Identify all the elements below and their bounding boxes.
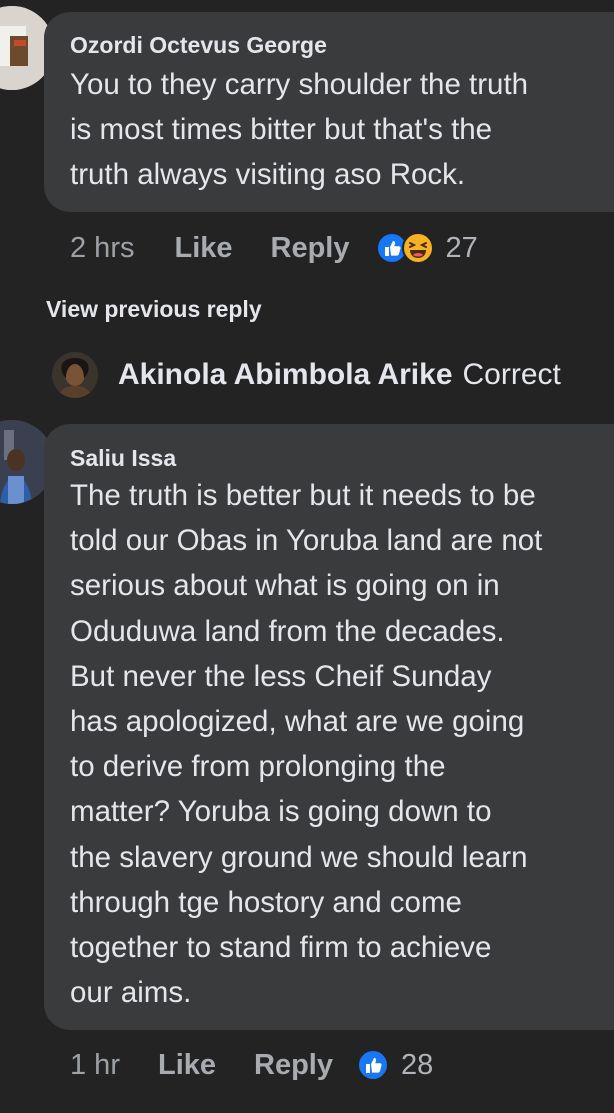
comment-author[interactable]: Ozordi Octevus George <box>70 32 327 59</box>
comments-thread: Ozordi Octevus George You to they carry … <box>0 0 614 1113</box>
like-button[interactable]: Like <box>158 1049 216 1082</box>
collapsed-reply[interactable]: Akinola Abimbola Arike Correct <box>118 358 561 392</box>
comment-text: The truth is better but it needs to be t… <box>70 479 543 1010</box>
comment-actions: 2 hrs Like Reply 27 <box>70 228 478 268</box>
comment-author[interactable]: Saliu Issa <box>70 445 176 472</box>
comment-actions: 1 hr Like Reply 28 <box>70 1045 433 1085</box>
view-previous-reply-link[interactable]: View previous reply <box>46 296 262 323</box>
haha-reaction-icon <box>401 232 434 264</box>
reply-avatar[interactable] <box>52 352 98 398</box>
comment-timestamp[interactable]: 1 hr <box>70 1049 120 1082</box>
reactions-summary[interactable]: 28 <box>357 1049 433 1082</box>
like-button[interactable]: Like <box>174 232 232 265</box>
reply-button[interactable]: Reply <box>254 1049 333 1082</box>
comment-text: You to they carry shoulder the truth is … <box>70 68 529 192</box>
like-reaction-icon <box>357 1049 389 1081</box>
comment-bubble: Ozordi Octevus George You to they carry … <box>44 12 614 212</box>
reactions-summary[interactable]: 27 <box>375 231 478 265</box>
reply-text: Correct <box>462 358 561 391</box>
reply-button[interactable]: Reply <box>271 232 350 265</box>
comment-bubble: Saliu Issa The truth is better but it ne… <box>44 424 614 1030</box>
reaction-count: 28 <box>401 1048 434 1081</box>
reply-author[interactable]: Akinola Abimbola Arike <box>118 358 453 391</box>
reaction-count: 27 <box>445 231 478 264</box>
comment-timestamp[interactable]: 2 hrs <box>70 232 134 265</box>
